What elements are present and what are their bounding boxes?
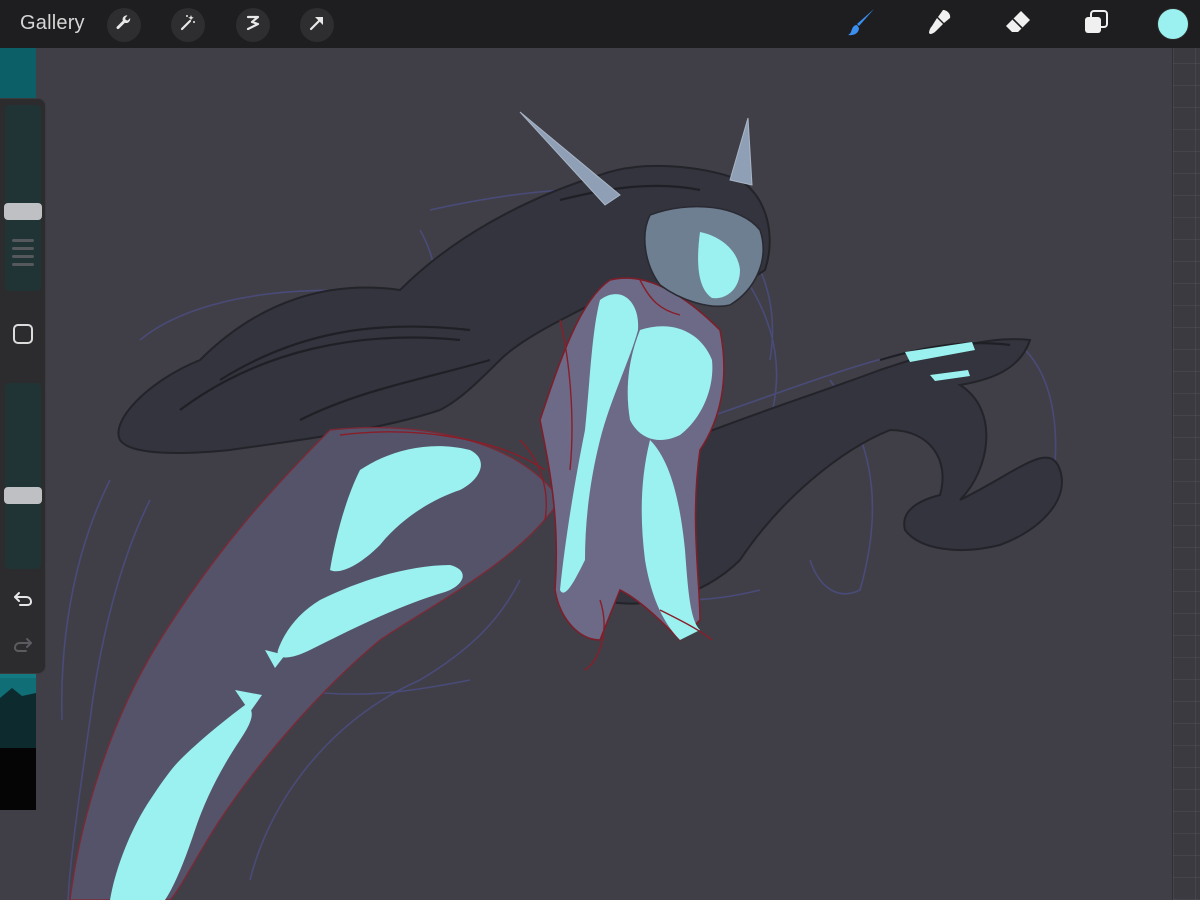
smudge-icon <box>925 7 955 42</box>
magic-wand-icon <box>178 13 198 38</box>
selection-icon <box>243 13 263 38</box>
eraser-tool[interactable] <box>1000 6 1036 42</box>
actions-button[interactable] <box>107 8 141 42</box>
right-edge-panel <box>1172 48 1200 900</box>
smudge-tool[interactable] <box>922 6 958 42</box>
opacity-thumb[interactable] <box>4 487 42 504</box>
transform-arrow-icon <box>307 13 327 38</box>
opacity-slider[interactable] <box>5 383 41 569</box>
undo-button[interactable] <box>8 585 38 615</box>
redo-button[interactable] <box>8 631 38 661</box>
artwork <box>60 111 1063 900</box>
undo-icon <box>12 587 34 614</box>
redo-icon <box>12 633 34 660</box>
eraser-icon <box>1003 7 1033 42</box>
modify-button[interactable] <box>8 321 38 351</box>
brush-size-thumb[interactable] <box>4 203 42 220</box>
square-icon <box>12 323 34 350</box>
left-sidebar <box>0 98 46 674</box>
brush-icon <box>846 6 878 43</box>
gallery-button[interactable]: Gallery <box>20 12 85 35</box>
brush-tool[interactable] <box>844 6 880 42</box>
color-picker-button[interactable] <box>1157 8 1189 40</box>
transform-button[interactable] <box>300 8 334 42</box>
top-toolbar: Gallery <box>0 0 1200 48</box>
selection-button[interactable] <box>236 8 270 42</box>
adjustments-button[interactable] <box>171 8 205 42</box>
wrench-icon <box>114 13 134 38</box>
layers-icon <box>1082 8 1110 41</box>
brush-size-grip-icon <box>12 239 34 266</box>
drawing-canvas[interactable] <box>0 48 1200 900</box>
layers-tool[interactable] <box>1078 6 1114 42</box>
